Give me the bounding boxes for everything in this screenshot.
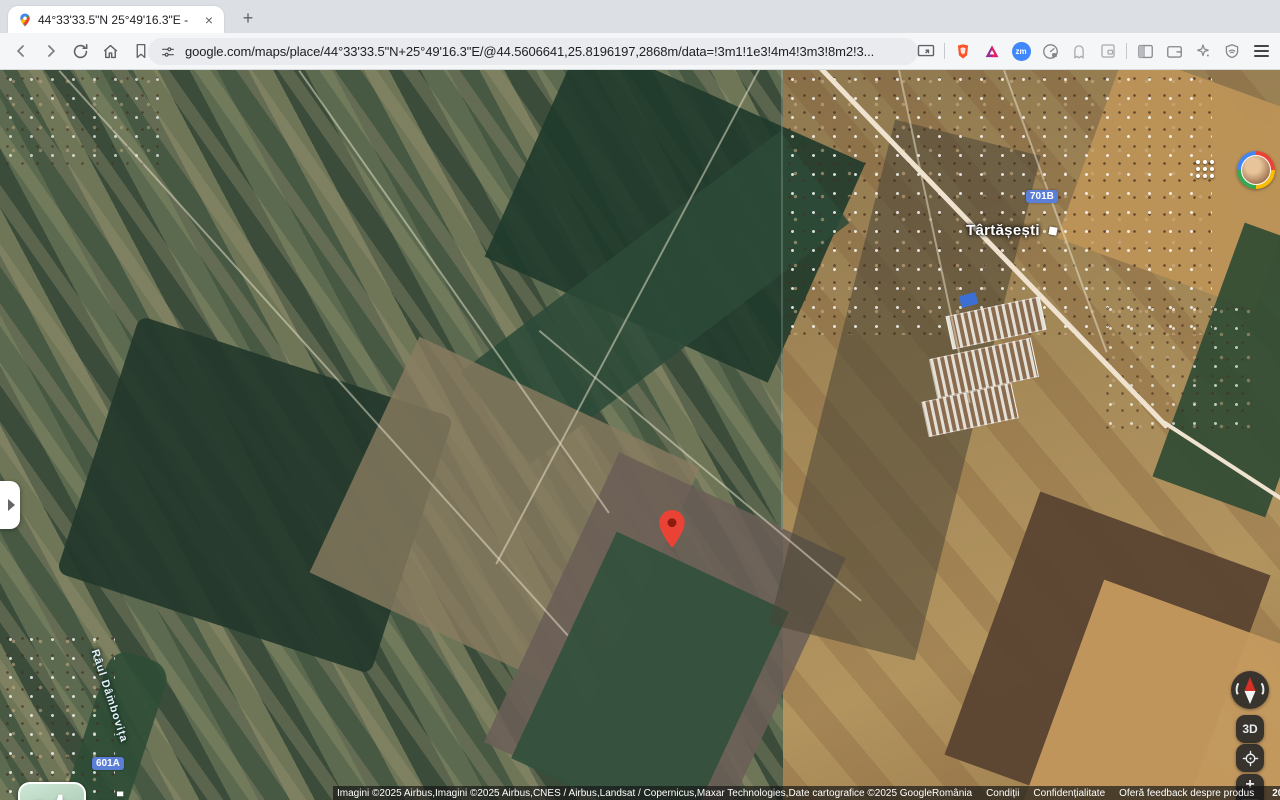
sidebar-toggle-icon[interactable] [1134, 40, 1156, 62]
scale-label: 200 m [1272, 787, 1280, 799]
cast-tab-icon[interactable] [915, 40, 937, 62]
leo-ai-sparkle-icon[interactable] [1192, 40, 1214, 62]
reload-icon[interactable] [70, 41, 91, 62]
road-badge-701b: 701B [1026, 190, 1058, 203]
imagery-credits: Imagini ©2025 Airbus,Imagini ©2025 Airbu… [337, 787, 933, 799]
url-text[interactable]: google.com/maps/place/44°33'33.5"N+25°49… [185, 44, 874, 59]
storia-watermark: stria [26, 782, 154, 800]
privacy-link[interactable]: Confidențialitate [1033, 788, 1105, 799]
compass-control[interactable] [1231, 671, 1269, 709]
tab-title: 44°33'33.5"N 25°49'16.3"E - [38, 12, 189, 27]
terms-link[interactable]: Condiții [986, 788, 1019, 799]
divider [944, 43, 945, 59]
menu-icon[interactable] [1250, 40, 1272, 62]
village-houses [0, 70, 160, 165]
brave-shield-icon[interactable] [952, 40, 974, 62]
extensions-row: zm [915, 36, 1272, 66]
zoom-extension-icon[interactable]: zm [1010, 40, 1032, 62]
screenshot-extension-icon[interactable] [1097, 40, 1119, 62]
expand-panel-button[interactable] [0, 481, 20, 529]
town-landmark-icon [1048, 226, 1058, 236]
tab-strip: 44°33'33.5"N 25°49'16.3"E - × + [0, 0, 1280, 33]
browser-tab[interactable]: 44°33'33.5"N 25°49'16.3"E - × [8, 6, 224, 33]
wallet-icon[interactable] [1163, 40, 1185, 62]
chevron-right-icon [8, 499, 15, 511]
village-houses [1100, 300, 1250, 430]
satellite-map[interactable]: 701B Târtășești Râul Dâmbovița 601A 3D +… [0, 70, 1280, 800]
profile-avatar[interactable] [1237, 151, 1275, 189]
forward-icon[interactable] [40, 41, 61, 62]
vpn-shield-icon[interactable] [1221, 40, 1243, 62]
new-tab-button[interactable]: + [236, 7, 260, 31]
my-location-button[interactable] [1236, 744, 1264, 772]
speedtest-extension-icon[interactable] [1039, 40, 1061, 62]
town-label: Târtășești [966, 222, 1058, 239]
google-maps-favicon-icon [18, 13, 32, 27]
tab-close-icon[interactable]: × [202, 13, 216, 27]
avatar-photo [1241, 155, 1271, 185]
back-icon[interactable] [10, 41, 31, 62]
brave-rewards-icon[interactable] [981, 40, 1003, 62]
divider [1126, 43, 1127, 59]
place-pin-icon[interactable] [659, 510, 685, 548]
road-badge-601a: 601A [92, 757, 124, 770]
region-label: România [932, 787, 973, 799]
attribution-bar: Imagini ©2025 Airbus,Imagini ©2025 Airbu… [333, 786, 1280, 800]
ghost-extension-icon[interactable] [1068, 40, 1090, 62]
feedback-link[interactable]: Oferă feedback despre produs [1119, 788, 1254, 799]
google-apps-icon[interactable] [1196, 160, 1216, 180]
site-settings-icon[interactable] [160, 44, 176, 60]
3d-toggle-button[interactable]: 3D [1236, 715, 1264, 743]
village-houses [782, 70, 1212, 335]
address-bar[interactable]: google.com/maps/place/44°33'33.5"N+25°49… [148, 38, 918, 65]
imagery-seam [781, 70, 783, 530]
home-icon[interactable] [100, 41, 121, 62]
